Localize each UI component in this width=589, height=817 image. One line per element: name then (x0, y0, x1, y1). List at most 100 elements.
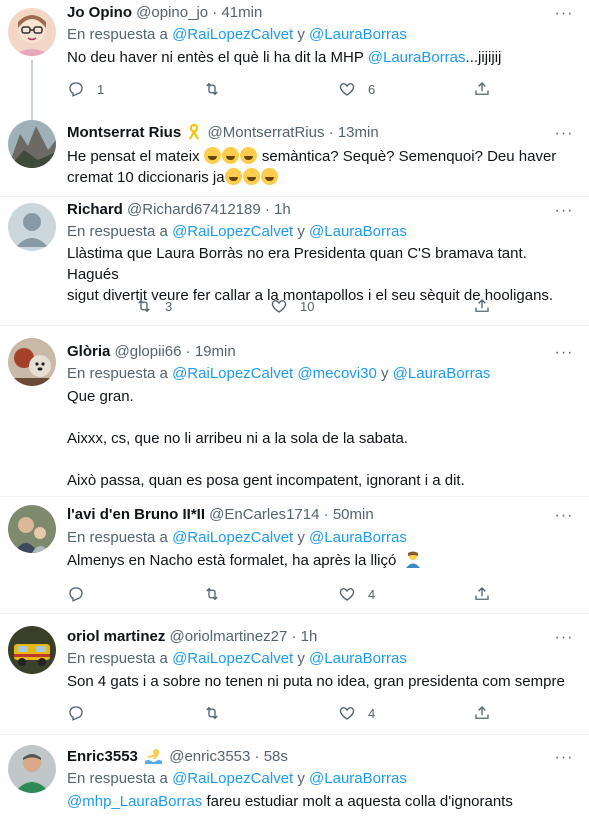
laughing-emoji (242, 168, 260, 185)
reply-context: En respuesta a @RaiLopezCalvet y @LauraB… (67, 528, 407, 548)
mention-link[interactable]: @RaiLopezCalvet (172, 770, 293, 787)
mention-link[interactable]: @LauraBorras (309, 650, 407, 667)
timestamp[interactable]: 1h (301, 628, 318, 645)
tweet-enric3553[interactable]: Enric3553 @enric3553 · 58s ··· En respue… (0, 735, 589, 817)
tweet-actions: 4 (67, 584, 507, 604)
like-icon (339, 83, 355, 96)
shrug-emoji (405, 551, 420, 568)
share-button[interactable] (473, 296, 491, 316)
share-button[interactable] (473, 584, 491, 604)
display-name[interactable]: l'avi d'en Bruno II*II (67, 506, 205, 523)
more-icon[interactable]: ··· (553, 345, 575, 365)
avatar[interactable] (8, 120, 56, 168)
user-handle[interactable]: @oriolmartinez27 (170, 628, 288, 645)
reply-context: En respuesta a @RaiLopezCalvet y @LauraB… (67, 649, 407, 669)
more-icon[interactable]: ··· (553, 203, 575, 223)
mention-link[interactable]: @LauraBorras (368, 49, 466, 66)
avatar[interactable] (8, 626, 56, 674)
like-button[interactable]: 4 (338, 703, 375, 723)
reply-joiner: y (297, 26, 305, 43)
tweet-montserrat-rius[interactable]: Montserrat Rius @MontserratRius · 13min … (0, 112, 589, 196)
like-button[interactable]: 4 (338, 584, 375, 604)
mention-link[interactable]: @RaiLopezCalvet (172, 365, 293, 382)
avatar[interactable] (8, 338, 56, 386)
more-icon[interactable]: ··· (553, 126, 575, 146)
mention-link[interactable]: @mhp_LauraBorras (67, 793, 202, 810)
separator: · (185, 343, 191, 360)
user-handle[interactable]: @MontserratRius (208, 124, 325, 141)
tweet-actions: 3 10 (135, 296, 505, 316)
tweet-oriol-martinez[interactable]: oriol martinez @oriolmartinez27 · 1h ···… (0, 614, 589, 734)
like-button[interactable]: 10 (270, 296, 314, 316)
tweet-jo-opino[interactable]: Jo Opino @opino_jo · 41min ··· En respue… (0, 0, 589, 120)
mention-link[interactable]: @RaiLopezCalvet (172, 223, 293, 240)
mention-link[interactable]: @RaiLopezCalvet (172, 650, 293, 667)
more-icon[interactable]: ··· (553, 750, 575, 770)
mention-link[interactable]: @RaiLopezCalvet (172, 26, 293, 43)
user-handle[interactable]: @opino_jo (136, 4, 208, 21)
mention-link[interactable]: @RaiLopezCalvet (172, 529, 293, 546)
tweet-gloria[interactable]: Glòria @glopii66 · 19min ··· En respuest… (0, 326, 589, 496)
text-segment: ...jijijij (465, 49, 502, 66)
timestamp[interactable]: 50min (333, 506, 374, 523)
timestamp[interactable]: 1h (274, 201, 291, 218)
display-name[interactable]: oriol martinez (67, 628, 165, 645)
avatar[interactable] (8, 505, 56, 553)
timestamp[interactable]: 19min (195, 343, 236, 360)
user-handle[interactable]: @enric3553 (169, 748, 250, 765)
tweet-header: l'avi d'en Bruno II*II @EnCarles1714 · 5… (67, 505, 549, 525)
display-name[interactable]: Richard (67, 201, 123, 218)
share-button[interactable] (473, 703, 491, 723)
reply-button[interactable] (67, 584, 85, 604)
tweet-avi-bruno[interactable]: l'avi d'en Bruno II*II @EnCarles1714 · 5… (0, 497, 589, 613)
reply-prefix: En respuesta a (67, 26, 168, 43)
tweet-text: Almenys en Nacho està formalet, ha après… (67, 550, 575, 571)
text-segment: No deu haver ni entès el què li ha dit l… (67, 49, 364, 66)
laughing-emoji (221, 147, 239, 164)
timestamp[interactable]: 58s (264, 748, 288, 765)
text-line: Son 4 gats i a sobre no tenen ni puta no… (67, 673, 565, 690)
text-line: Llàstima que Laura Borràs no era Preside… (67, 245, 527, 283)
reply-icon (69, 587, 83, 602)
retweet-icon (138, 299, 150, 313)
user-handle[interactable]: @glopii66 (115, 343, 182, 360)
text-segment: Almenys en Nacho està formalet, ha après… (67, 552, 397, 569)
tweet-richard[interactable]: Richard @Richard67412189 · 1h ··· En res… (0, 197, 589, 325)
mention-link[interactable]: @LauraBorras (309, 26, 407, 43)
reply-button[interactable]: 1 (67, 79, 104, 99)
display-name[interactable]: Jo Opino (67, 4, 132, 21)
mention-link[interactable]: @LauraBorras (309, 529, 407, 546)
avatar[interactable] (8, 203, 56, 251)
avatar[interactable] (8, 8, 56, 56)
avatar[interactable] (8, 745, 56, 793)
mention-link[interactable]: @LauraBorras (309, 770, 407, 787)
retweet-button[interactable] (203, 79, 233, 99)
share-button[interactable] (473, 79, 491, 99)
reply-prefix: En respuesta a (67, 770, 168, 787)
display-name[interactable]: Montserrat Rius (67, 124, 181, 141)
timestamp[interactable]: 41min (221, 4, 262, 21)
display-name[interactable]: Glòria (67, 343, 110, 360)
retweet-button[interactable]: 3 (135, 296, 172, 316)
user-handle[interactable]: @EnCarles1714 (209, 506, 319, 523)
tweet-text: Son 4 gats i a sobre no tenen ni puta no… (67, 671, 575, 692)
retweet-button[interactable] (203, 703, 221, 723)
timestamp[interactable]: 13min (338, 124, 379, 141)
tweet-text: Que gran. Aixxx, cs, que no li arribeu n… (67, 386, 575, 491)
user-handle[interactable]: @Richard67412189 (127, 201, 261, 218)
separator: · (212, 4, 218, 21)
mention-link[interactable]: @LauraBorras (309, 223, 407, 240)
more-icon[interactable]: ··· (553, 6, 575, 26)
more-icon[interactable]: ··· (553, 630, 575, 650)
mention-link[interactable]: @mecovi30 (297, 365, 376, 382)
reply-prefix: En respuesta a (67, 223, 168, 240)
like-button[interactable]: 6 (338, 79, 375, 99)
display-name[interactable]: Enric3553 (67, 748, 138, 765)
mention-link[interactable]: @LauraBorras (393, 365, 491, 382)
like-count: 4 (368, 586, 376, 602)
separator: · (323, 506, 329, 523)
reply-button[interactable] (67, 703, 85, 723)
more-icon[interactable]: ··· (553, 508, 575, 528)
reply-context: En respuesta a @RaiLopezCalvet @mecovi30… (67, 364, 490, 384)
retweet-button[interactable] (203, 584, 221, 604)
